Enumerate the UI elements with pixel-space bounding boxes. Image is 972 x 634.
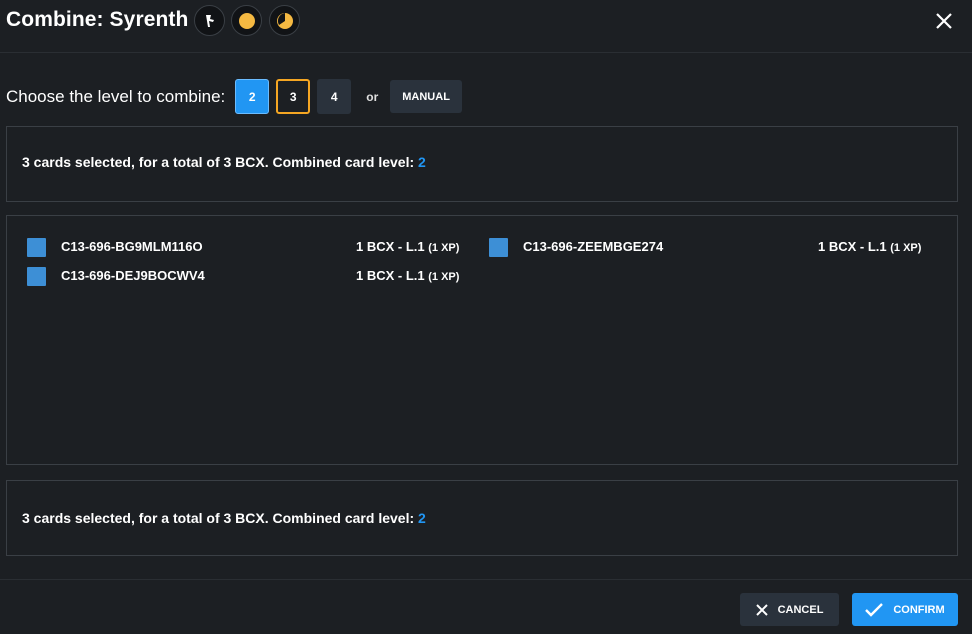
card-list-panel: C13-696-BG9MLM116O 1 BCX - L.1 (1 XP) C1… [6,215,958,465]
card-xp: (1 XP) [428,271,460,283]
cancel-button[interactable]: CANCEL [740,593,839,626]
level-selector: Choose the level to combine: 2 3 4 or MA… [6,78,462,115]
card-value: 1 BCX - L.1 (1 XP) [356,239,459,254]
summary-text: 3 cards selected, for a total of 3 BCX. … [22,510,426,526]
summary-text: 3 cards selected, for a total of 3 BCX. … [22,154,426,170]
manual-button[interactable]: MANUAL [390,80,462,113]
level-option-3[interactable]: 3 [276,79,311,114]
card-value: 1 BCX - L.1 (1 XP) [818,239,921,254]
list-item: C13-696-BG9MLM116O [27,237,203,257]
summary-label: 3 cards selected, for a total of 3 BCX. … [22,154,419,170]
card-bcx: 1 BCX - L.1 [818,239,887,254]
moon-icon [269,5,300,36]
combined-level: 2 [418,510,426,526]
card-checkbox[interactable] [27,266,46,286]
card-xp: (1 XP) [890,242,922,254]
card-value: 1 BCX - L.1 (1 XP) [356,268,459,283]
level-option-4[interactable]: 4 [317,79,352,114]
list-item: C13-696-DEJ9BOCWV4 [27,266,205,286]
combined-level: 2 [418,154,426,170]
dialog-header: Combine: Syrenth [0,0,972,53]
card-id: C13-696-ZEEMBGE274 [523,239,664,254]
card-checkbox[interactable] [489,237,508,257]
card-checkbox[interactable] [27,237,46,257]
check-icon [865,602,884,617]
summary-label: 3 cards selected, for a total of 3 BCX. … [22,510,419,526]
dialog-title: Combine: Syrenth [6,8,189,31]
level-option-2[interactable]: 2 [235,79,270,114]
sun-icon [231,5,262,36]
card-xp: (1 XP) [428,242,460,254]
runner-icon [194,5,225,36]
list-item: C13-696-ZEEMBGE274 [489,237,663,257]
summary-panel-bottom: 3 cards selected, for a total of 3 BCX. … [6,480,958,556]
cancel-label: CANCEL [777,603,824,616]
card-id: C13-696-DEJ9BOCWV4 [61,268,205,283]
or-text: or [366,89,379,104]
close-button[interactable] [934,11,954,31]
confirm-button[interactable]: CONFIRM [852,593,958,626]
card-id: C13-696-BG9MLM116O [61,239,203,254]
level-label: Choose the level to combine: [6,86,226,106]
card-bcx: 1 BCX - L.1 [356,268,425,283]
dialog-footer: CANCEL CONFIRM [0,579,972,634]
summary-panel-top: 3 cards selected, for a total of 3 BCX. … [6,126,958,202]
close-icon [936,13,952,29]
confirm-label: CONFIRM [893,603,945,616]
close-icon [755,603,768,616]
card-bcx: 1 BCX - L.1 [356,239,425,254]
